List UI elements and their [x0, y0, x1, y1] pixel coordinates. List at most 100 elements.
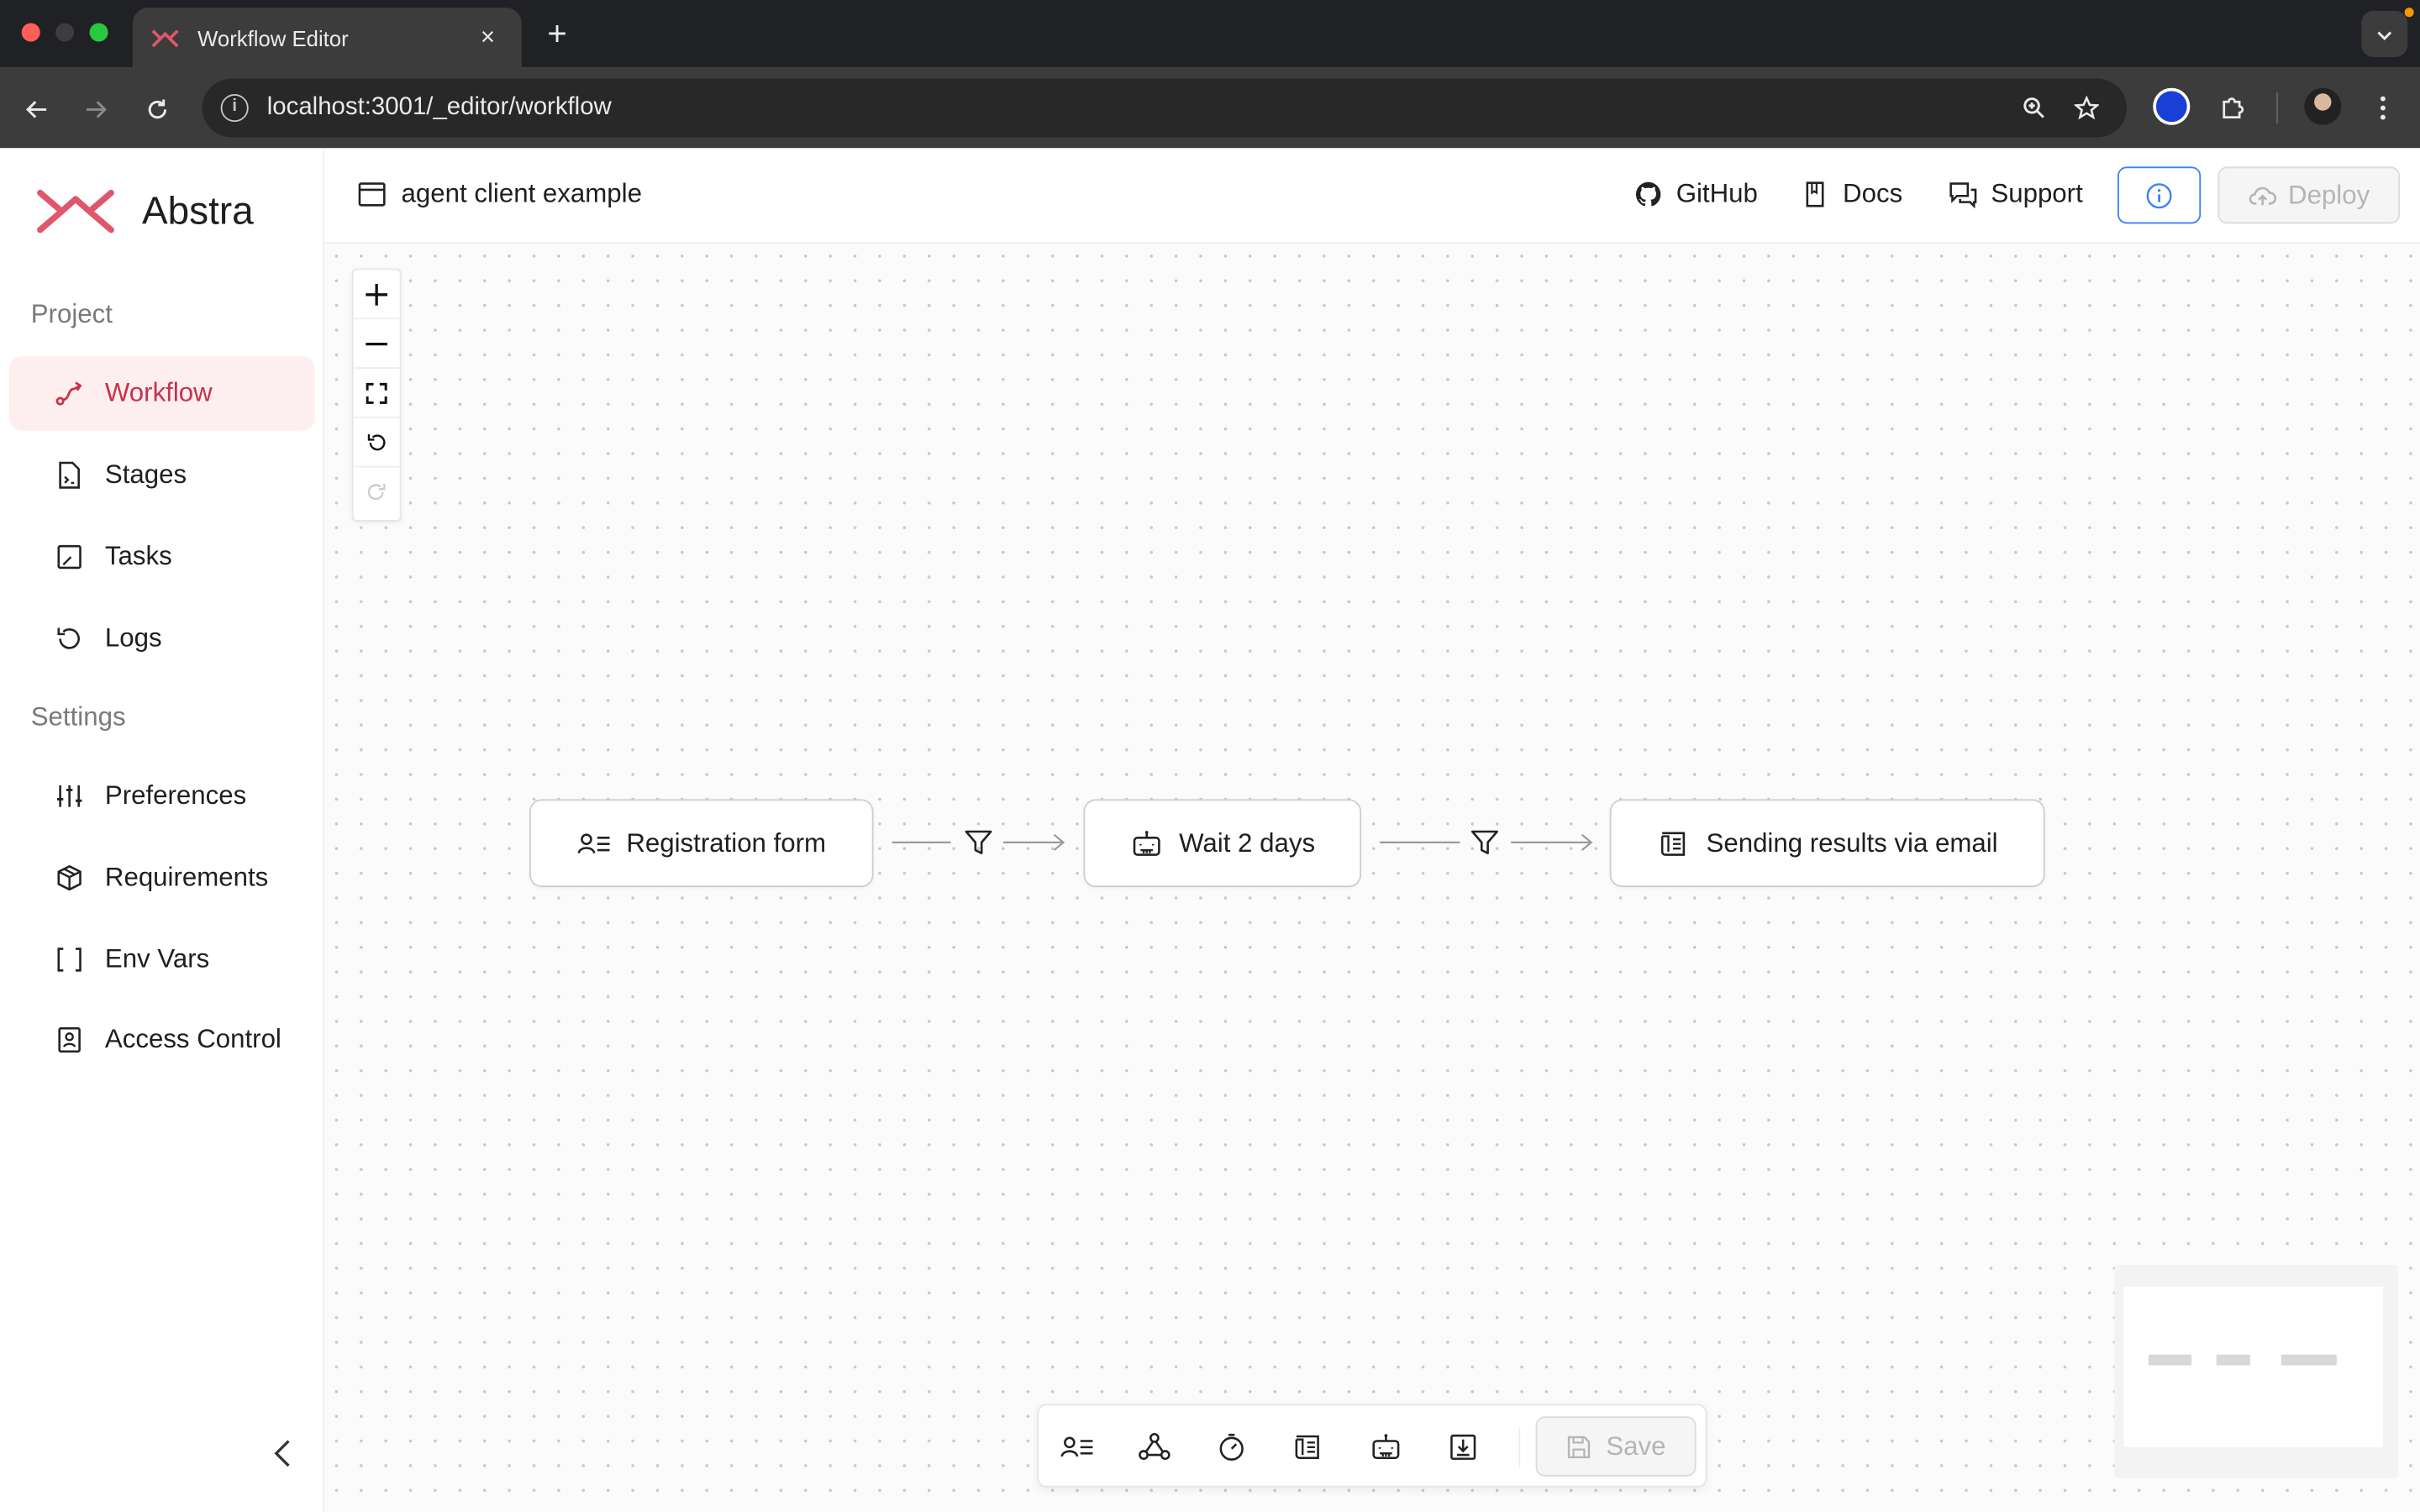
script-icon	[1295, 1435, 1319, 1460]
notification-dot	[2404, 8, 2414, 18]
floppy-disk-icon	[1567, 1435, 1590, 1458]
sidebar-item-tasks[interactable]: Tasks	[9, 520, 315, 594]
sidebar-item-env-vars[interactable]: Env Vars	[9, 922, 315, 996]
sidebar-item-label: Access Control	[104, 1024, 281, 1054]
redo-button[interactable]	[354, 468, 400, 517]
undo-button[interactable]	[353, 418, 400, 468]
sidebar-item-stages[interactable]: Stages	[9, 438, 315, 512]
deploy-label: Deploy	[2288, 179, 2370, 209]
workflow-icon	[54, 378, 85, 409]
new-tab-button[interactable]: +	[537, 13, 577, 55]
stages-icon	[54, 459, 85, 491]
minimap[interactable]	[2114, 1265, 2399, 1478]
sidebar-item-requirements[interactable]: Requirements	[9, 841, 315, 915]
hook-icon	[1139, 1432, 1171, 1460]
topbar: agent client example GitHub Docs Support	[324, 148, 2420, 244]
cloud-upload-icon	[2248, 186, 2276, 205]
arrow-left-icon	[25, 101, 47, 119]
fit-view-button[interactable]	[353, 369, 400, 418]
workflow-node-registration-form[interactable]: Registration form	[529, 799, 874, 888]
address-bar[interactable]: i localhost:3001/_editor/workflow	[202, 78, 2128, 138]
book-icon	[1800, 179, 1831, 210]
workflow-node-sending-results-via-email[interactable]: Sending results via email	[1609, 799, 2045, 888]
project-section-label: Project	[30, 299, 113, 329]
zoom-icon[interactable]	[2014, 88, 2054, 129]
add-output-button[interactable]	[1443, 1427, 1483, 1467]
add-form-button[interactable]	[1057, 1427, 1097, 1467]
edge-2[interactable]	[1376, 827, 1596, 858]
workflow-canvas[interactable]: Registration form Wait 2 days Sending re…	[324, 244, 2420, 1512]
undo-icon	[367, 433, 386, 450]
browser-menu-icon[interactable]	[2361, 87, 2404, 129]
window-minimize-button[interactable]	[55, 23, 75, 42]
extensions-puzzle-icon[interactable]	[2212, 87, 2254, 129]
tasks-icon	[54, 542, 85, 573]
url-text: localhost:3001/_editor/workflow	[266, 94, 612, 121]
zoom-out-button[interactable]	[353, 319, 400, 369]
script-icon	[1657, 829, 1691, 857]
sidebar-item-label: Logs	[104, 623, 162, 653]
sidebar-item-label: Preferences	[104, 780, 247, 811]
github-label: GitHub	[1676, 179, 1758, 208]
brand[interactable]: Abstra	[37, 188, 254, 234]
window-icon	[358, 182, 386, 207]
project-title[interactable]: agent client example	[358, 179, 642, 210]
deploy-button[interactable]: Deploy	[2217, 166, 2401, 224]
profile-avatar[interactable]	[2304, 87, 2342, 125]
minus-icon	[366, 342, 388, 345]
save-button[interactable]: Save	[1535, 1416, 1697, 1477]
window-close-button[interactable]	[21, 23, 40, 42]
zoom-in-button[interactable]	[353, 270, 400, 320]
info-icon	[2146, 182, 2172, 208]
sidebar: Abstra Project Workflow Stages Tasks Log…	[0, 148, 324, 1512]
window-maximize-button[interactable]	[89, 23, 108, 42]
browser-toolbar: i localhost:3001/_editor/workflow	[0, 67, 2420, 149]
arrow-right-icon	[86, 101, 107, 119]
abstra-favicon-icon	[151, 29, 179, 47]
browser-tab-bar: Workflow Editor × +	[0, 0, 2420, 68]
settings-section-label: Settings	[30, 701, 126, 732]
forward-button[interactable]	[74, 87, 117, 129]
sidebar-item-workflow[interactable]: Workflow	[9, 356, 315, 431]
workflow-node-wait-2-days[interactable]: Wait 2 days	[1083, 799, 1361, 888]
abstra-logo-icon	[37, 189, 114, 234]
site-info-icon[interactable]: i	[220, 94, 249, 123]
edge-1[interactable]	[889, 827, 1068, 858]
add-hook-button[interactable]	[1134, 1427, 1175, 1467]
sidebar-item-logs[interactable]: Logs	[9, 601, 315, 675]
sidebar-item-label: Requirements	[104, 862, 269, 892]
support-label: Support	[1991, 179, 2083, 208]
collapse-sidebar-button[interactable]	[271, 1438, 302, 1475]
chevron-left-icon	[274, 1440, 290, 1467]
sidebar-item-preferences[interactable]: Preferences	[9, 759, 315, 833]
add-script-button[interactable]	[1289, 1427, 1329, 1467]
toolbar-separator	[1518, 1426, 1521, 1467]
tab-close-icon[interactable]: ×	[472, 24, 503, 51]
github-link[interactable]: GitHub	[1633, 179, 1758, 210]
reload-button[interactable]	[136, 87, 179, 129]
bookmark-star-icon[interactable]	[2066, 88, 2107, 129]
fullscreen-icon	[366, 381, 387, 403]
chat-bubbles-icon	[1948, 179, 1979, 210]
sliders-icon	[54, 780, 85, 811]
project-name: agent client example	[401, 179, 642, 208]
docs-link[interactable]: Docs	[1800, 179, 1903, 210]
info-button[interactable]	[2118, 166, 2202, 224]
id-badge-icon	[54, 1025, 85, 1056]
github-icon	[1633, 179, 1664, 210]
reload-icon	[148, 99, 167, 119]
add-agent-button[interactable]	[1366, 1427, 1407, 1467]
tab-search-button[interactable]	[2361, 10, 2408, 57]
redo-icon	[367, 483, 386, 501]
extension-badge-icon[interactable]	[2153, 87, 2191, 125]
add-job-button[interactable]	[1212, 1427, 1252, 1467]
tab-title: Workflow Editor	[197, 25, 349, 50]
back-button[interactable]	[15, 87, 58, 129]
docs-label: Docs	[1843, 179, 1903, 208]
sidebar-item-access-control[interactable]: Access Control	[9, 1003, 315, 1077]
package-icon	[54, 863, 85, 894]
sidebar-item-label: Tasks	[104, 541, 172, 571]
support-link[interactable]: Support	[1948, 179, 2083, 210]
browser-tab[interactable]: Workflow Editor ×	[132, 8, 522, 68]
brand-name: Abstra	[141, 189, 254, 233]
